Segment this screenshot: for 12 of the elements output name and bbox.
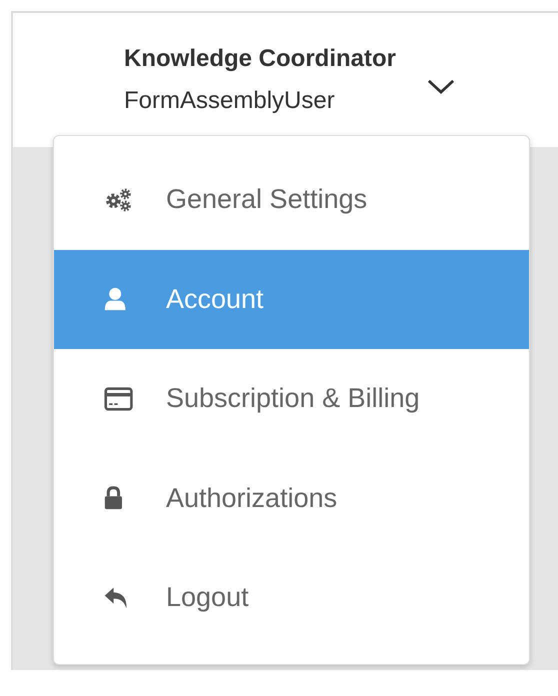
- menu-item[interactable]: Subscription & Billing: [54, 349, 529, 448]
- lock-icon: [104, 486, 123, 510]
- chevron-down-icon[interactable]: [427, 78, 455, 94]
- menu-item[interactable]: Logout: [54, 548, 529, 648]
- gears-icon: [104, 188, 132, 212]
- menu-item[interactable]: General Settings: [54, 150, 529, 250]
- user-name: Knowledge Coordinator: [124, 45, 396, 73]
- person-icon: [104, 287, 126, 312]
- user-login: FormAssemblyUser: [124, 87, 336, 115]
- menu-item[interactable]: Account: [54, 250, 529, 349]
- menu-item[interactable]: Authorizations: [54, 448, 529, 548]
- credit-card-icon: [104, 386, 134, 411]
